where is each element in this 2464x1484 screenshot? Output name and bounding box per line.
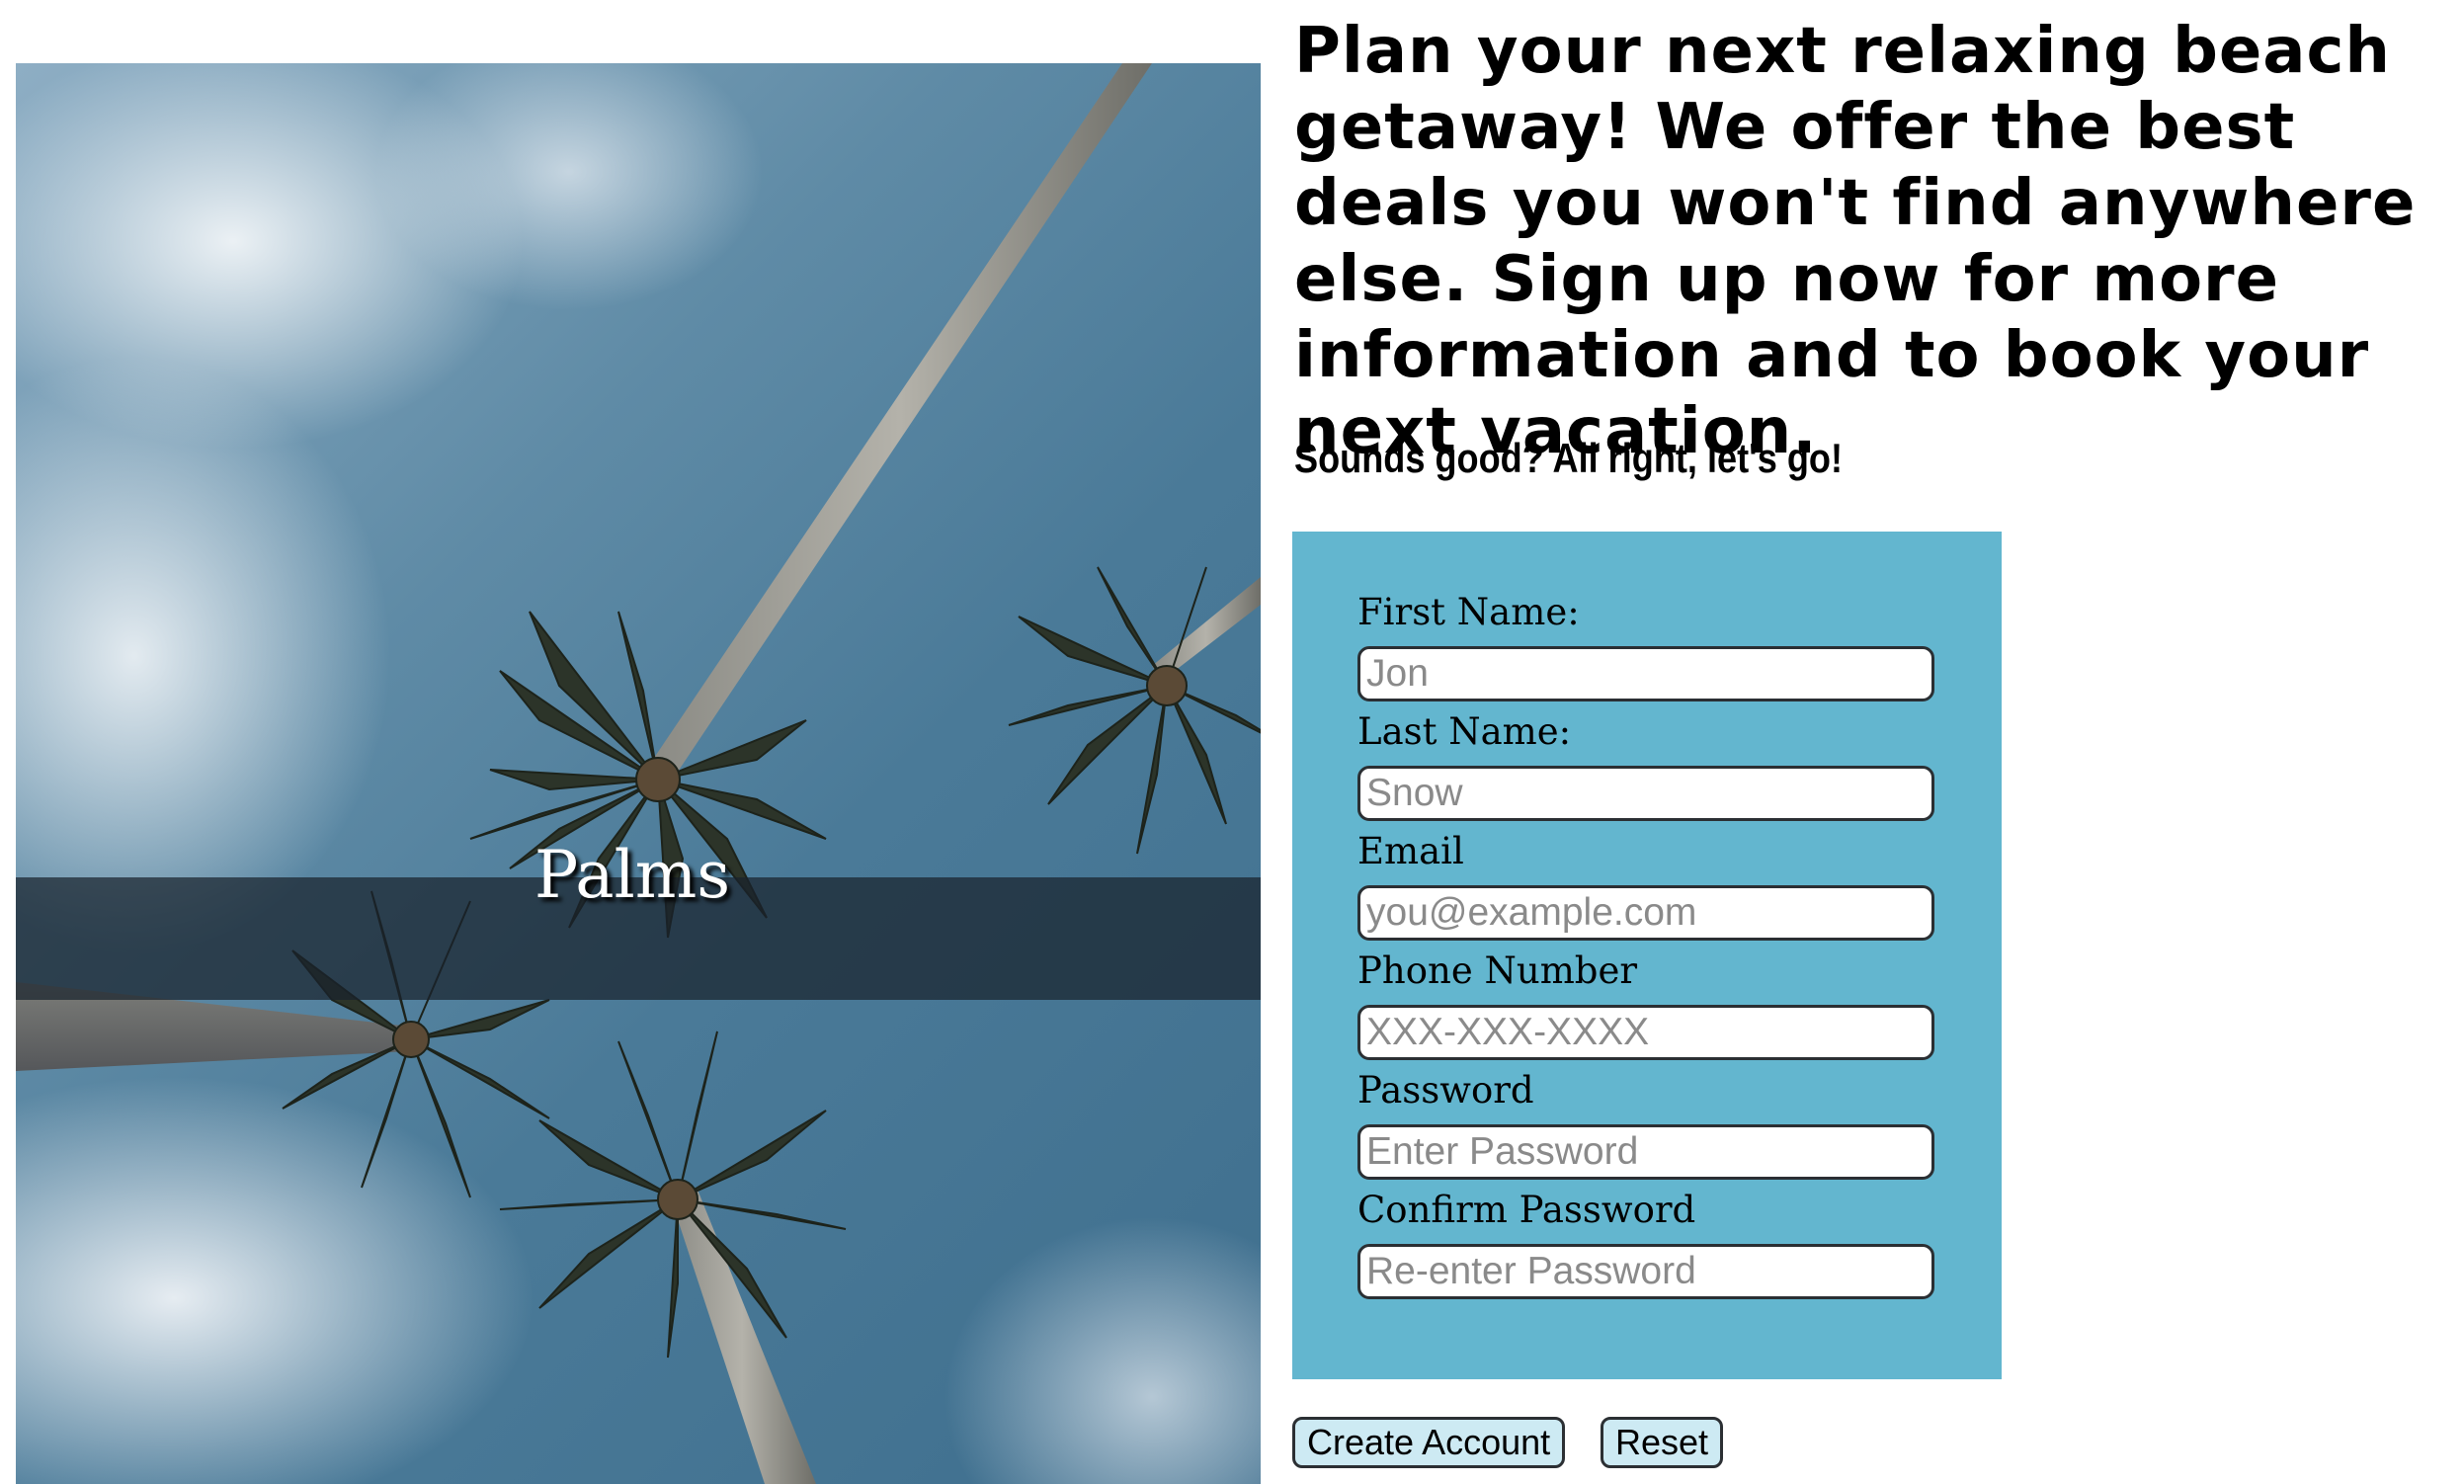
phone-label: Phone Number bbox=[1357, 949, 1638, 992]
page-headline: Plan your next relaxing beach getaway! W… bbox=[1294, 15, 2417, 468]
email-label: Email bbox=[1357, 830, 1464, 872]
hero-caption: Palms bbox=[534, 837, 731, 913]
create-account-button[interactable]: Create Account bbox=[1292, 1417, 1566, 1468]
phone-input[interactable] bbox=[1357, 1005, 1934, 1060]
email-input[interactable] bbox=[1357, 885, 1934, 941]
last-name-label: Last Name: bbox=[1357, 710, 1572, 753]
confirm-password-input[interactable] bbox=[1357, 1244, 1934, 1299]
palm-trees-illustration bbox=[16, 63, 1261, 1484]
confirm-password-label: Confirm Password bbox=[1357, 1189, 1696, 1231]
hero-image bbox=[16, 63, 1261, 1484]
reset-button[interactable]: Reset bbox=[1601, 1417, 1724, 1468]
password-input[interactable] bbox=[1357, 1124, 1934, 1180]
password-label: Password bbox=[1357, 1069, 1534, 1112]
last-name-input[interactable] bbox=[1357, 766, 1934, 821]
first-name-label: First Name: bbox=[1357, 591, 1580, 633]
page-subheading: Sounds good? All right, let's go! bbox=[1294, 435, 1844, 481]
signup-form: First Name: Last Name: Email Phone Numbe… bbox=[1292, 532, 2002, 1379]
first-name-input[interactable] bbox=[1357, 646, 1934, 701]
